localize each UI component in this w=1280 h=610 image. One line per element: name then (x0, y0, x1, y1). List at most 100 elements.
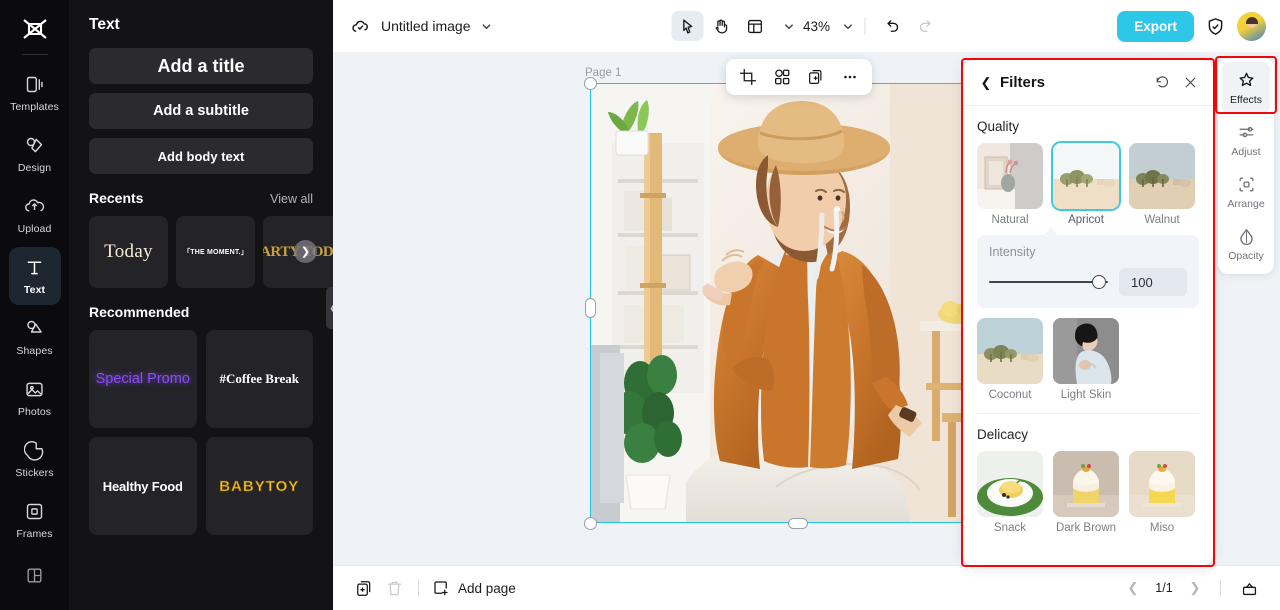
filter-label: Miso (1149, 522, 1175, 534)
tool-opacity[interactable]: Opacity (1222, 218, 1270, 270)
redo-button[interactable] (910, 11, 942, 41)
filters-title: Filters (1000, 74, 1046, 91)
recent-item[interactable]: Today (89, 216, 168, 288)
back-chevron-left-icon[interactable]: ❮ (977, 74, 995, 92)
recommended-item[interactable]: BABYTOY (205, 437, 313, 535)
duplicate-page-button[interactable] (349, 574, 379, 602)
snack-thumb (977, 451, 1043, 517)
zoom-level[interactable]: 43% (803, 19, 830, 34)
intensity-row: 100 (989, 268, 1187, 296)
reset-icon[interactable] (1154, 74, 1171, 91)
filter-item-coconut[interactable]: Coconut (977, 318, 1043, 401)
add-page-button[interactable]: Add page (432, 579, 516, 597)
recommended-item[interactable]: Special Promo (89, 330, 197, 428)
recommended-heading: Recommended (89, 304, 190, 320)
filter-item-dark-brown[interactable]: Dark Brown (1053, 451, 1119, 534)
sidebar-item-upload[interactable]: Upload (9, 186, 61, 244)
object-float-toolbar (726, 59, 872, 95)
canvas-photo (590, 83, 1006, 523)
intensity-slider[interactable] (989, 275, 1108, 289)
effects-star-icon (1237, 71, 1256, 90)
sidebar-item-label: Upload (17, 222, 52, 235)
hand-tool-button[interactable] (705, 11, 737, 41)
add-subtitle-button[interactable]: Add a subtitle (89, 93, 313, 129)
filter-item-light-skin[interactable]: Light Skin (1053, 318, 1119, 401)
more-button[interactable] (834, 62, 866, 92)
sidebar-item-photos[interactable]: Photos (9, 369, 61, 427)
chevron-down-icon[interactable] (481, 21, 492, 32)
filter-item-miso[interactable]: Miso (1129, 451, 1195, 534)
cutout-button[interactable] (766, 62, 798, 92)
main-area: Untitled image 43% Export Page 1 Add pag… (333, 0, 1280, 610)
sidebar-item-shapes[interactable]: Shapes (9, 308, 61, 366)
export-button[interactable]: Export (1117, 10, 1194, 42)
avatar[interactable] (1237, 11, 1266, 41)
capcut-logo-icon[interactable] (13, 12, 57, 46)
filter-item-natural[interactable]: Natural (977, 143, 1043, 226)
templates-icon (24, 74, 46, 96)
intensity-value[interactable]: 100 (1119, 268, 1187, 296)
toolbar-divider (864, 17, 866, 35)
tool-label: Arrange (1227, 197, 1265, 210)
frames-icon (24, 501, 46, 523)
resize-handle-bottom[interactable] (788, 517, 808, 529)
close-icon[interactable] (1182, 74, 1199, 91)
recent-item-label: 「THE MOMENT.」 (183, 249, 248, 256)
resize-handle-left[interactable] (584, 297, 596, 318)
tool-label: Opacity (1228, 249, 1264, 262)
filter-item-apricot[interactable]: Apricot (1053, 143, 1119, 226)
photos-icon (24, 379, 46, 401)
sidebar-item-label: Templates (10, 100, 59, 113)
crop-button[interactable] (732, 62, 764, 92)
recommended-item-label: Special Promo (95, 371, 190, 387)
recents-row: Today 「THE MOMENT.」 PARTY TODAY ❯ (89, 216, 333, 288)
sidebar-item-stickers[interactable]: Stickers (9, 430, 61, 488)
tool-adjust[interactable]: Adjust (1222, 114, 1270, 166)
recommended-item-label: #Coffee Break (219, 371, 300, 386)
document-title[interactable]: Untitled image (381, 18, 471, 34)
artboard[interactable] (590, 83, 1006, 523)
add-page-label: Add page (458, 580, 516, 596)
select-tool-button[interactable] (670, 11, 703, 41)
filters-section-title: Quality (977, 119, 1020, 134)
bottom-divider-2 (1220, 579, 1221, 597)
prev-page-button[interactable]: ❮ (1121, 576, 1145, 600)
tool-arrange[interactable]: Arrange (1222, 166, 1270, 218)
sidebar-item-frames[interactable]: Frames (9, 491, 61, 549)
filters-body[interactable]: Quality Natural Apricot Walnut Intensity… (963, 106, 1213, 565)
tool-effects[interactable]: Effects (1222, 62, 1270, 114)
resize-handle-bottom-left[interactable] (583, 516, 597, 530)
add-body-text-button[interactable]: Add body text (89, 138, 313, 174)
walnut-thumb (1129, 143, 1195, 209)
layout-chevron-down-icon[interactable] (783, 21, 794, 32)
duplicate-button[interactable] (800, 62, 832, 92)
lightskin-thumb (1053, 318, 1119, 384)
filter-row: Coconut Light Skin (977, 318, 1199, 401)
recent-item[interactable]: 「THE MOMENT.」 (176, 216, 255, 288)
resize-handle-top-left[interactable] (583, 76, 597, 90)
sidebar-item-layouts[interactable] (9, 552, 61, 598)
layout-tool-button[interactable] (739, 11, 771, 41)
sidebar-item-text[interactable]: Text (8, 247, 61, 305)
undo-button[interactable] (876, 11, 908, 41)
filter-item-snack[interactable]: Snack (977, 451, 1043, 534)
sidebar-item-design[interactable]: Design (9, 125, 61, 183)
upload-cloud-icon (24, 196, 46, 218)
shapes-icon (24, 318, 46, 340)
recommended-item[interactable]: Healthy Food (89, 437, 197, 535)
sidebar-item-templates[interactable]: Templates (9, 64, 61, 122)
shield-icon[interactable] (1205, 16, 1226, 37)
next-page-button[interactable]: ❯ (1183, 576, 1207, 600)
filter-item-walnut[interactable]: Walnut (1129, 143, 1195, 226)
recommended-header: Recommended (89, 304, 313, 320)
design-icon (24, 135, 46, 157)
recents-view-all-link[interactable]: View all (270, 192, 313, 206)
delete-page-button[interactable] (379, 574, 409, 602)
panel-collapse-handle[interactable]: ❮ (326, 287, 333, 329)
slider-knob[interactable] (1092, 275, 1106, 289)
add-title-button[interactable]: Add a title (89, 48, 313, 84)
recommended-item[interactable]: #Coffee Break (205, 330, 313, 428)
chevron-right-icon[interactable]: ❯ (294, 240, 317, 263)
zoom-chevron-down-icon[interactable] (842, 21, 853, 32)
notes-button[interactable] (1234, 574, 1264, 602)
